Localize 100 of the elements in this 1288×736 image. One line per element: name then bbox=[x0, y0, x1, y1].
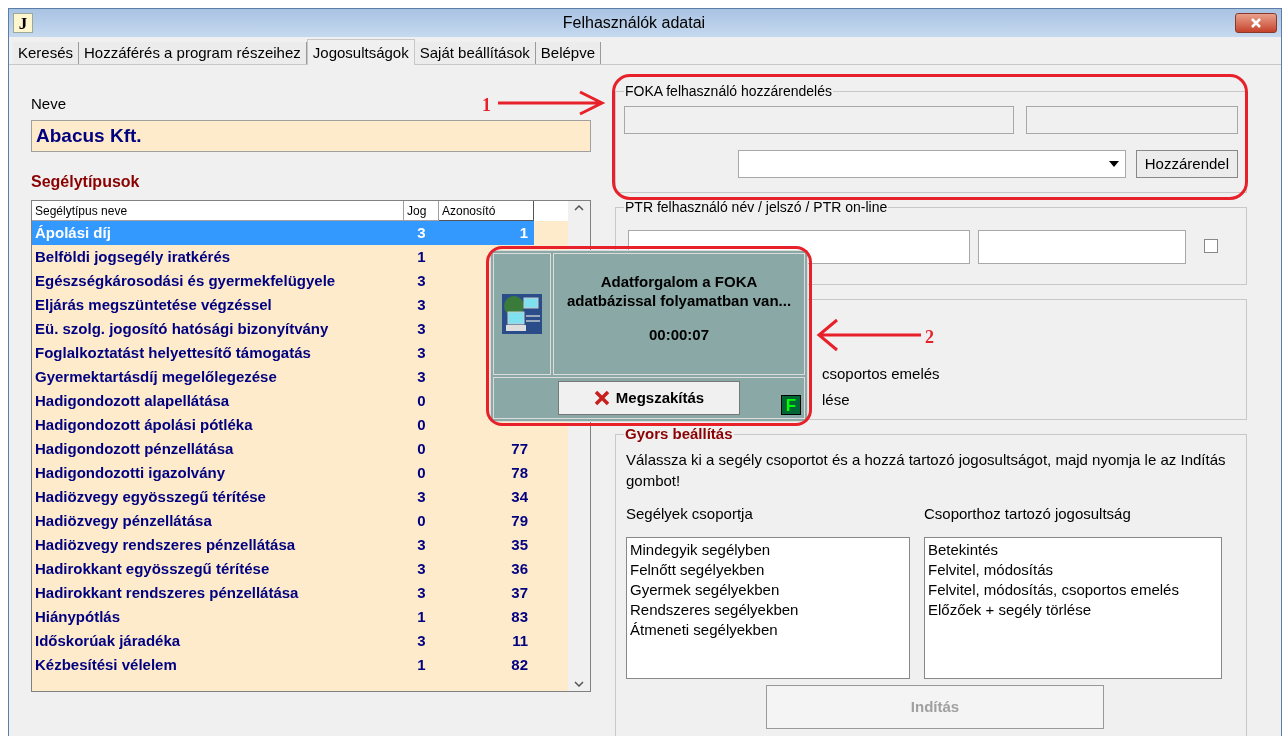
table-cell-text: Hadirokkant egyösszegű térítése bbox=[34, 559, 271, 579]
table-cell-text: 3 bbox=[416, 271, 427, 291]
table-cell-text: 3 bbox=[416, 343, 427, 363]
table-row[interactable]: Hadigondozotti igazolvány 0 78 bbox=[32, 461, 534, 485]
table-cell-text: Időskorúak járadéka bbox=[34, 631, 182, 651]
name-label: Neve bbox=[31, 95, 67, 113]
tab[interactable]: Saját beállítások bbox=[414, 42, 536, 64]
close-button[interactable] bbox=[1235, 13, 1277, 33]
list-label: Csoporthoz tartozó jogosultság bbox=[924, 505, 1132, 523]
table-cell-text: 3 bbox=[416, 319, 427, 339]
table-row[interactable]: Hiánypótlás 1 83 bbox=[32, 605, 534, 629]
close-icon bbox=[1250, 17, 1262, 29]
list-item[interactable]: Felvitel, módosítás bbox=[928, 560, 1218, 580]
option-label: csoportos emelés bbox=[822, 364, 941, 384]
list-item[interactable]: Gyermek segélyekben bbox=[630, 580, 906, 600]
table-cell-text: 37 bbox=[510, 583, 529, 603]
status-badge: F bbox=[781, 395, 801, 415]
table-cell-text: 1 bbox=[416, 655, 427, 675]
table-cell-text: Hadiözvegy egyösszegű térítése bbox=[34, 487, 267, 507]
table-cell-text: Hadirokkant rendszeres pénzellátása bbox=[34, 583, 300, 603]
table-cell-text: 3 bbox=[416, 295, 427, 315]
list-item[interactable]: Betekintés bbox=[928, 540, 1218, 560]
table-cell-text: 0 bbox=[416, 391, 427, 411]
elapsed-time: 00:00:07 bbox=[648, 325, 709, 345]
table-cell-text: 82 bbox=[510, 655, 529, 675]
table-cell-text: 11 bbox=[511, 631, 529, 651]
table-cell-text: 0 bbox=[416, 511, 427, 531]
list-label: Segélyek csoportja bbox=[626, 505, 754, 523]
network-computers-icon bbox=[502, 294, 542, 334]
table-cell-text: Hadigondozott pénzellátása bbox=[34, 439, 235, 459]
tab[interactable]: Hozzáférés a program részeihez bbox=[79, 42, 307, 64]
input-field[interactable] bbox=[1026, 106, 1238, 134]
section-title: Segélytípusok bbox=[31, 172, 140, 192]
table-cell-text: 3 bbox=[416, 583, 427, 603]
list-item[interactable]: Felvitel, módosítás, csoportos emelés bbox=[928, 580, 1218, 600]
window-title: Felhasználók adatai bbox=[561, 13, 707, 33]
table-row[interactable]: Időskorúak járadéka 3 11 bbox=[32, 629, 534, 653]
table-cell-text: Hadiözvegy pénzellátása bbox=[34, 511, 213, 531]
table-cell-text: Foglalkoztatást helyettesítő támogatás bbox=[34, 343, 312, 363]
table-cell-text: Egészségkárosodási és gyermekfelügyele bbox=[34, 271, 337, 291]
table-cell-text: 0 bbox=[416, 415, 427, 435]
table-cell-text: Hadigondozotti igazolvány bbox=[34, 463, 226, 483]
input-field[interactable] bbox=[624, 106, 1014, 134]
table-cell-text: 79 bbox=[510, 511, 529, 531]
caret-icon bbox=[1108, 161, 1119, 167]
table-row[interactable]: Kézbesítési vélelem 1 82 bbox=[32, 653, 534, 677]
table-cell-text: Eljárás megszüntetése végzéssel bbox=[34, 295, 273, 315]
cancel-button[interactable]: Megszakítás bbox=[558, 381, 740, 415]
list-item[interactable]: Mindegyik segélyben bbox=[630, 540, 906, 560]
table-row[interactable]: Hadirokkant egyösszegű térítése 3 36 bbox=[32, 557, 534, 581]
table-cell-text: Belföldi jogsegély iratkérés bbox=[34, 247, 232, 267]
table-cell-text: Gyermektartásdíj megelőlegezése bbox=[34, 367, 278, 387]
table-row[interactable]: Hadiözvegy rendszeres pénzellátása 3 35 bbox=[32, 533, 534, 557]
checkbox[interactable] bbox=[1204, 239, 1218, 253]
table-cell-text: 83 bbox=[510, 607, 529, 627]
annotation-number: 1 bbox=[482, 94, 491, 117]
table-cell-text: 36 bbox=[510, 559, 529, 579]
scroll-down-icon[interactable] bbox=[574, 681, 584, 687]
table-cell-text: 1 bbox=[518, 223, 529, 243]
tab[interactable]: Jogosultságok bbox=[306, 39, 415, 65]
table-cell-text: Hiánypótlás bbox=[34, 607, 122, 627]
tab[interactable]: Keresés bbox=[13, 42, 80, 64]
annotation-number: 2 bbox=[925, 326, 934, 349]
table-row[interactable]: Hadiözvegy pénzellátása 0 79 bbox=[32, 509, 534, 533]
table-cell-text: 34 bbox=[510, 487, 529, 507]
assign-button[interactable]: Hozzárendel bbox=[1135, 150, 1238, 178]
table-cell-text: 3 bbox=[416, 487, 427, 507]
table-cell-text: 3 bbox=[416, 559, 427, 579]
list-item[interactable]: Rendszeres segélyekben bbox=[630, 600, 906, 620]
dropdown[interactable] bbox=[737, 150, 1126, 178]
list-item[interactable]: Felnőtt segélyekben bbox=[630, 560, 906, 580]
table-row[interactable]: Hadigondozott pénzellátása 0 77 bbox=[32, 437, 534, 461]
name-field[interactable]: Abacus Kft. bbox=[31, 120, 591, 152]
table-cell-text: 3 bbox=[416, 535, 427, 555]
table-cell-text: 1 bbox=[416, 607, 427, 627]
scroll-up-icon[interactable] bbox=[574, 205, 584, 211]
table-cell-text: Ápolási díj bbox=[34, 223, 112, 243]
instruction-text: Válassza ki a segély csoportot és a hozzá tartozó jogosultságot, majd nyomja le az Indítás gombot! bbox=[626, 450, 1226, 491]
table-cell-text: 3 bbox=[416, 223, 427, 243]
table-cell-text: 78 bbox=[510, 463, 529, 483]
table-cell-text: 77 bbox=[510, 439, 529, 459]
table-cell-text: Hadigondozott ápolási pótléka bbox=[34, 415, 254, 435]
table-cell-text: 35 bbox=[510, 535, 529, 555]
table-cell-text: 1 bbox=[416, 247, 427, 267]
table-cell-text: 0 bbox=[416, 439, 427, 459]
table-cell-text: Hadigondozott alapellátása bbox=[34, 391, 231, 411]
table-row[interactable]: Hadiözvegy egyösszegű térítése 3 34 bbox=[32, 485, 534, 509]
app-icon: J bbox=[13, 13, 33, 33]
table-cell-text: Kézbesítési vélelem bbox=[34, 655, 178, 675]
table-cell-text: Hadiözvegy rendszeres pénzellátása bbox=[34, 535, 297, 555]
table-row[interactable]: Hadirokkant rendszeres pénzellátása 3 37 bbox=[32, 581, 534, 605]
table-cell-text: 0 bbox=[416, 463, 427, 483]
tab[interactable]: Belépve bbox=[535, 42, 601, 64]
message-text: Adatforgalom a FOKA adatbázissal folyamatban van... bbox=[565, 272, 793, 310]
list-item[interactable]: Átmeneti segélyekben bbox=[630, 620, 906, 640]
table-cell-text: 3 bbox=[416, 631, 427, 651]
x-icon bbox=[593, 390, 610, 406]
table-cell-text: Eü. szolg. jogosító hatósági bizonyítvány bbox=[34, 319, 330, 339]
list-item[interactable]: Előzőek + segély törlése bbox=[928, 600, 1218, 620]
input-field[interactable] bbox=[978, 230, 1186, 264]
